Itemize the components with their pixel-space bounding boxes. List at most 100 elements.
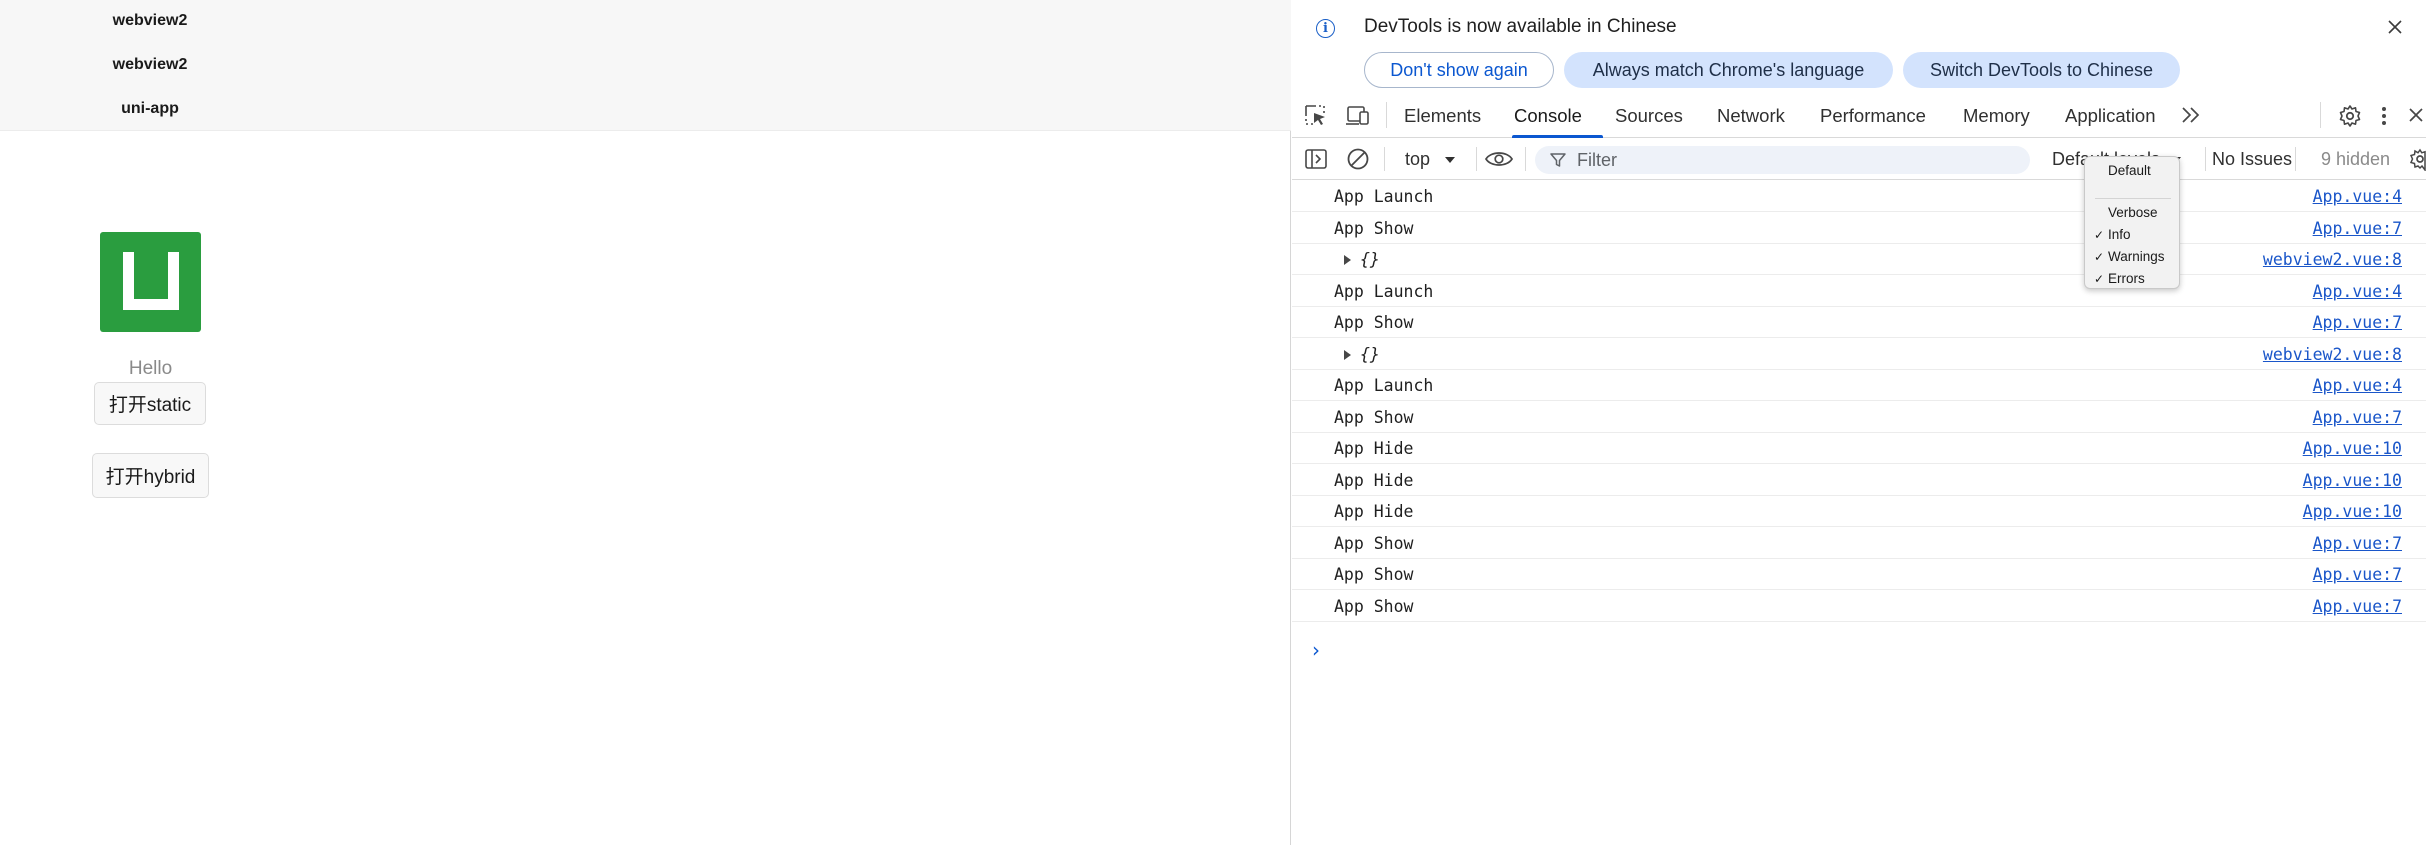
console-prompt[interactable]: › bbox=[1312, 638, 1320, 662]
nav-item-webview2[interactable]: webview2 bbox=[0, 12, 300, 30]
open-hybrid-button[interactable]: 打开hybrid bbox=[92, 453, 209, 498]
console-source-link[interactable]: App.vue:4 bbox=[2313, 282, 2402, 301]
console-settings-icon[interactable] bbox=[2408, 147, 2426, 173]
tab-network[interactable]: Network bbox=[1717, 105, 1785, 127]
toolbar-divider-5 bbox=[2295, 147, 2296, 171]
console-message-row: App Show App.vue:7 bbox=[1292, 528, 2426, 559]
devtools-tabbar: Elements Console Sources Network Perform… bbox=[1292, 92, 2426, 138]
menu-item-label: Verbose bbox=[2108, 205, 2158, 220]
menu-item-warnings[interactable]: ✓ Warnings bbox=[2085, 247, 2181, 267]
tab-sources[interactable]: Sources bbox=[1615, 105, 1683, 127]
tab-elements[interactable]: Elements bbox=[1404, 105, 1481, 127]
expand-triangle-icon[interactable] bbox=[1344, 255, 1351, 265]
console-message-text: App Show bbox=[1334, 407, 1414, 427]
gear-icon[interactable] bbox=[2338, 104, 2362, 127]
console-message-text: App Launch bbox=[1334, 187, 1434, 206]
clear-console-icon[interactable] bbox=[1346, 147, 1370, 170]
menu-item-label: Default bbox=[2108, 163, 2151, 178]
active-tab-indicator bbox=[1512, 135, 1603, 138]
language-banner: i DevTools is now available in Chinese D… bbox=[1292, 0, 2426, 92]
console-message-text: App Show bbox=[1334, 533, 1414, 553]
device-toolbar-icon[interactable] bbox=[1345, 104, 1369, 126]
filter-icon bbox=[1549, 151, 1567, 174]
menu-item-label: Errors bbox=[2108, 271, 2145, 286]
console-source-link[interactable]: webview2.vue:8 bbox=[2263, 250, 2402, 269]
check-icon: ✓ bbox=[2094, 228, 2105, 242]
context-selector-label: top bbox=[1405, 149, 1431, 169]
console-message-text: App Launch bbox=[1334, 281, 1434, 301]
menu-item-default[interactable]: Default bbox=[2085, 161, 2181, 181]
toolbar-divider-2 bbox=[1476, 147, 1477, 171]
console-source-link[interactable]: App.vue:7 bbox=[2313, 408, 2402, 427]
console-source-link[interactable]: App.vue:10 bbox=[2303, 439, 2402, 458]
devtools-panel: i DevTools is now available in Chinese D… bbox=[1292, 0, 2426, 845]
menu-item-info[interactable]: ✓ Info bbox=[2085, 225, 2181, 245]
tabbar-divider bbox=[1386, 102, 1387, 128]
live-expression-icon[interactable] bbox=[1484, 148, 1514, 170]
more-options-icon[interactable] bbox=[2379, 104, 2403, 126]
console-message-text: App Show bbox=[1334, 565, 1414, 584]
open-static-button[interactable]: 打开static bbox=[94, 382, 206, 425]
menu-item-verbose[interactable]: Verbose bbox=[2085, 203, 2181, 223]
close-devtools-icon[interactable] bbox=[2408, 104, 2426, 126]
nav-item-uni-app[interactable]: uni-app bbox=[0, 100, 300, 118]
info-icon: i bbox=[1316, 19, 1335, 38]
menu-item-label: Warnings bbox=[2108, 249, 2165, 264]
console-message-text: {} bbox=[1360, 250, 1380, 269]
console-source-link[interactable]: App.vue:7 bbox=[2313, 313, 2402, 332]
sidebar-toggle-icon[interactable] bbox=[1304, 148, 1328, 170]
filter-input[interactable]: Filter bbox=[1535, 146, 2030, 174]
menu-item-errors[interactable]: ✓ Errors bbox=[2085, 269, 2181, 289]
console-source-link[interactable]: App.vue:4 bbox=[2313, 376, 2402, 395]
check-icon: ✓ bbox=[2094, 272, 2105, 286]
always-match-language-button[interactable]: Always match Chrome's language bbox=[1564, 52, 1893, 88]
tab-console[interactable]: Console bbox=[1514, 105, 1582, 127]
inspect-element-icon[interactable] bbox=[1304, 104, 1328, 126]
uni-app-logo bbox=[100, 232, 201, 332]
console-source-link[interactable]: App.vue:7 bbox=[2313, 565, 2402, 584]
toolbar-divider bbox=[1384, 147, 1385, 171]
console-message-row: App Show App.vue:7 bbox=[1292, 213, 2426, 244]
console-message-text: App Hide bbox=[1334, 439, 1414, 458]
console-source-link[interactable]: App.vue:7 bbox=[2313, 534, 2402, 553]
hello-text: Hello bbox=[128, 358, 173, 379]
console-message-text: App Show bbox=[1334, 313, 1414, 332]
console-toolbar: top Filter Default levels No Issues 9 h bbox=[1292, 139, 2426, 180]
console-source-link[interactable]: App.vue:7 bbox=[2313, 219, 2402, 238]
console-message-row: App Show App.vue:7 bbox=[1292, 307, 2426, 338]
menu-divider bbox=[2095, 198, 2171, 199]
log-levels-menu: Default Verbose ✓ Info ✓ Warnings ✓ Erro… bbox=[2084, 156, 2180, 289]
console-messages: App Launch App.vue:4 App Show App.vue:7 {} we… bbox=[1292, 181, 2426, 661]
check-icon: ✓ bbox=[2094, 250, 2105, 264]
filter-placeholder: Filter bbox=[1577, 150, 1617, 170]
tab-memory[interactable]: Memory bbox=[1963, 105, 2030, 127]
issues-counter[interactable]: No Issues bbox=[2212, 149, 2292, 170]
close-icon[interactable] bbox=[2384, 16, 2406, 38]
console-message-text: App Hide bbox=[1334, 502, 1414, 521]
dont-show-again-button[interactable]: Don't show again bbox=[1364, 52, 1554, 88]
toolbar-divider-4 bbox=[2205, 147, 2206, 171]
tab-application[interactable]: Application bbox=[2065, 105, 2156, 127]
app-preview: webview2 webview2 uni-app Hello 打开static… bbox=[0, 0, 1291, 845]
console-message-row: {} webview2.vue:8 bbox=[1292, 244, 2426, 275]
nav-item-webview2-second[interactable]: webview2 bbox=[0, 56, 300, 74]
console-message-text: {} bbox=[1360, 344, 1380, 364]
more-tabs-icon[interactable] bbox=[2180, 105, 2204, 127]
console-source-link[interactable]: App.vue:7 bbox=[2313, 597, 2402, 616]
console-message-row: App Show App.vue:7 bbox=[1292, 402, 2426, 433]
chevron-down-icon bbox=[1445, 157, 1456, 164]
console-source-link[interactable]: App.vue:10 bbox=[2303, 471, 2402, 490]
console-message-row: App Hide App.vue:10 bbox=[1292, 496, 2426, 527]
console-source-link[interactable]: webview2.vue:8 bbox=[2263, 345, 2402, 364]
console-message-row: App Launch App.vue:4 bbox=[1292, 276, 2426, 307]
tab-performance[interactable]: Performance bbox=[1820, 105, 1926, 127]
context-selector[interactable]: top bbox=[1405, 149, 1456, 170]
console-source-link[interactable]: App.vue:10 bbox=[2303, 502, 2402, 521]
console-source-link[interactable]: App.vue:4 bbox=[2313, 187, 2402, 206]
console-message-row: App Hide App.vue:10 bbox=[1292, 465, 2426, 496]
console-message-row: App Launch App.vue:4 bbox=[1292, 370, 2426, 401]
logo-u-mark bbox=[123, 252, 179, 310]
expand-triangle-icon[interactable] bbox=[1344, 349, 1351, 360]
banner-title: DevTools is now available in Chinese bbox=[1364, 16, 1677, 37]
switch-to-chinese-button[interactable]: Switch DevTools to Chinese bbox=[1903, 52, 2180, 88]
